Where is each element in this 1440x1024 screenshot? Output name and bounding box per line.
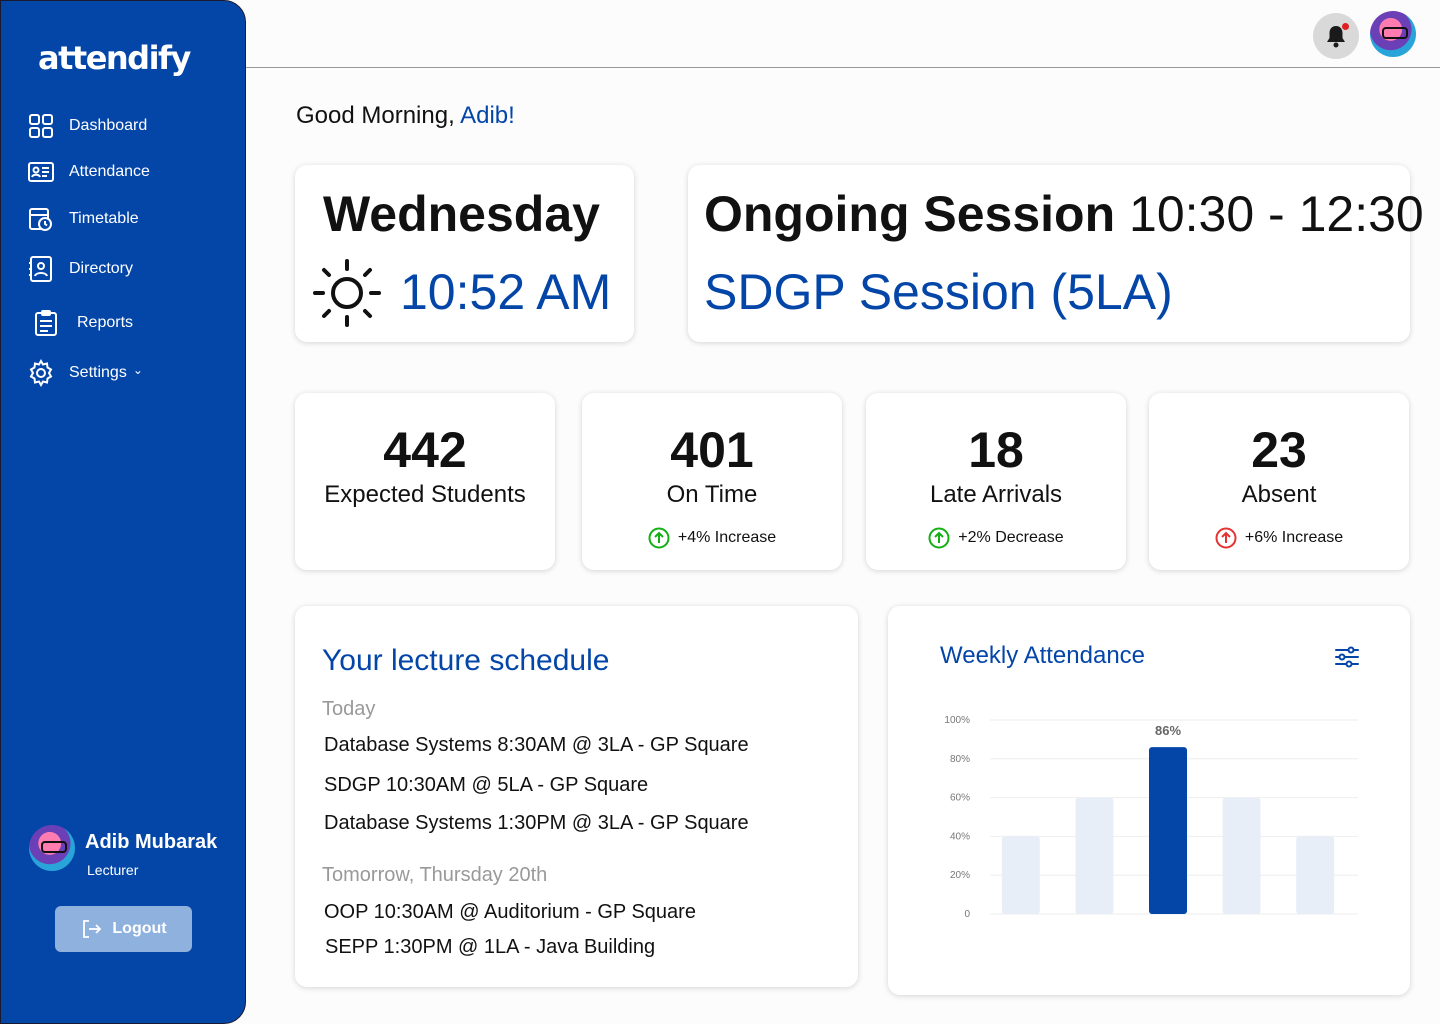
stat-delta-text: +6% Increase [1244, 529, 1344, 546]
sidebar-item-reports[interactable]: Reports [32, 309, 133, 337]
gear-icon [29, 359, 53, 387]
logout-icon [83, 920, 102, 938]
y-tick-label: 0 [964, 909, 970, 920]
greeting: Good Morning, Adib! [296, 102, 515, 130]
logout-label: Logout [112, 920, 167, 937]
session-label: Ongoing Session [704, 186, 1116, 242]
clipboard-icon [35, 310, 57, 336]
schedule-item[interactable]: OOP 10:30AM @ Auditorium - GP Square [324, 901, 696, 924]
schedule-tomorrow-label: Tomorrow, Thursday 20th [322, 864, 548, 886]
stat-value: 442 [383, 422, 467, 478]
chart-bar[interactable] [1075, 797, 1114, 914]
stat-label: On Time [666, 481, 758, 508]
y-tick-label: 80% [950, 754, 970, 765]
stat-expected-students: 442 Expected Students [295, 393, 555, 570]
schedule-item[interactable]: SEPP 1:30PM @ 1LA - Java Building [325, 936, 655, 959]
sidebar-item-label: Dashboard [69, 117, 148, 134]
y-tick-label: 20% [950, 870, 970, 881]
top-bar [246, 0, 1440, 68]
calendar-clock-icon [29, 208, 52, 231]
schedule-title: Your lecture schedule [322, 644, 610, 677]
ongoing-session-card[interactable]: Ongoing Session 10:30 - 12:30 SDGP Sessi… [688, 165, 1424, 342]
sun-icon [313, 259, 381, 327]
profile-name: Adib Mubarak [85, 831, 218, 853]
filter-icon[interactable] [1334, 644, 1360, 670]
sidebar-item-label: Reports [77, 314, 134, 331]
stat-value: 18 [968, 422, 1024, 478]
schedule-item[interactable]: Database Systems 8:30AM @ 3LA - GP Squar… [324, 734, 749, 757]
day-name: Wednesday [323, 186, 600, 242]
user-profile: Adib Mubarak Lecturer [29, 825, 217, 878]
stat-delta-text: +2% Decrease [958, 529, 1064, 546]
session-name: SDGP Session (5LA) [704, 264, 1173, 320]
stat-delta: +4% Increase [582, 527, 842, 549]
y-tick-label: 40% [950, 831, 970, 842]
user-avatar-button[interactable] [1370, 11, 1416, 57]
stat-value: 401 [670, 422, 754, 478]
stat-delta: +2% Decrease [866, 527, 1126, 549]
sidebar-item-timetable[interactable]: Timetable [27, 205, 139, 233]
schedule-item[interactable]: Database Systems 1:30PM @ 3LA - GP Squar… [324, 812, 749, 835]
session-title: Ongoing Session 10:30 - 12:30 [704, 185, 1424, 243]
chart-bar[interactable] [1296, 836, 1335, 914]
chart-title: Weekly Attendance [940, 642, 1146, 669]
y-tick-label: 100% [944, 715, 970, 726]
notifications-button[interactable] [1313, 13, 1359, 59]
sidebar-item-label: Attendance [69, 163, 150, 180]
profile-role: Lecturer [87, 862, 139, 878]
contact-book-icon [29, 256, 52, 282]
sidebar-item-label: Directory [69, 260, 134, 277]
sidebar: attendify Dashboard Attendance Timetable… [0, 0, 246, 1024]
arrow-up-circle-icon [648, 527, 670, 549]
current-time: 10:52 AM [400, 264, 612, 320]
sidebar-item-directory[interactable]: Directory [27, 255, 133, 283]
chart-bar[interactable] [1001, 836, 1040, 914]
weekly-attendance-card: Weekly Attendance 0 20% 40% 60% 80% 100% 86% [888, 606, 1410, 995]
lecture-schedule-card: Your lecture schedule Today Database Sys… [295, 606, 858, 987]
avatar [29, 825, 75, 871]
schedule-today-label: Today [322, 698, 376, 720]
sidebar-item-attendance[interactable]: Attendance [27, 158, 150, 186]
greeting-name: Adib! [460, 102, 515, 129]
id-card-icon [28, 162, 54, 182]
stat-label: Absent [1241, 481, 1317, 508]
chart-bar[interactable] [1222, 797, 1261, 914]
bar-value-label: 86% [1155, 723, 1181, 738]
schedule-item[interactable]: SDGP 10:30AM @ 5LA - GP Square [324, 774, 648, 797]
y-tick-label: 60% [950, 793, 970, 804]
chevron-down-icon: ⌄ [132, 363, 143, 377]
stat-delta: +6% Increase [1149, 527, 1409, 549]
logout-button[interactable]: Logout [55, 906, 192, 952]
arrow-up-circle-icon [1215, 527, 1237, 549]
app-logo: attendify [38, 39, 191, 77]
stat-late-arrivals: 18 Late Arrivals +2% Decrease [866, 393, 1126, 570]
weekly-attendance-chart: 0 20% 40% 60% 80% 100% 86% [944, 715, 1358, 920]
sidebar-item-label: Settings [69, 364, 127, 381]
stat-delta-text: +4% Increase [677, 529, 777, 546]
stat-absent: 23 Absent +6% Increase [1149, 393, 1409, 570]
notification-dot [1342, 23, 1349, 30]
sidebar-item-dashboard[interactable]: Dashboard [27, 112, 147, 140]
stat-value: 23 [1251, 422, 1307, 478]
greeting-prefix: Good Morning, [296, 102, 461, 129]
arrow-up-circle-icon [928, 527, 950, 549]
sidebar-item-label: Timetable [69, 210, 139, 227]
stat-label: Expected Students [324, 481, 526, 508]
stat-label: Late Arrivals [929, 481, 1063, 508]
sidebar-item-settings[interactable]: Settings ⌄ [27, 359, 143, 387]
grid-icon [29, 114, 53, 138]
stat-on-time: 401 On Time +4% Increase [582, 393, 842, 570]
chart-bar[interactable] [1149, 747, 1187, 914]
session-time-range: 10:30 - 12:30 [1129, 186, 1424, 242]
